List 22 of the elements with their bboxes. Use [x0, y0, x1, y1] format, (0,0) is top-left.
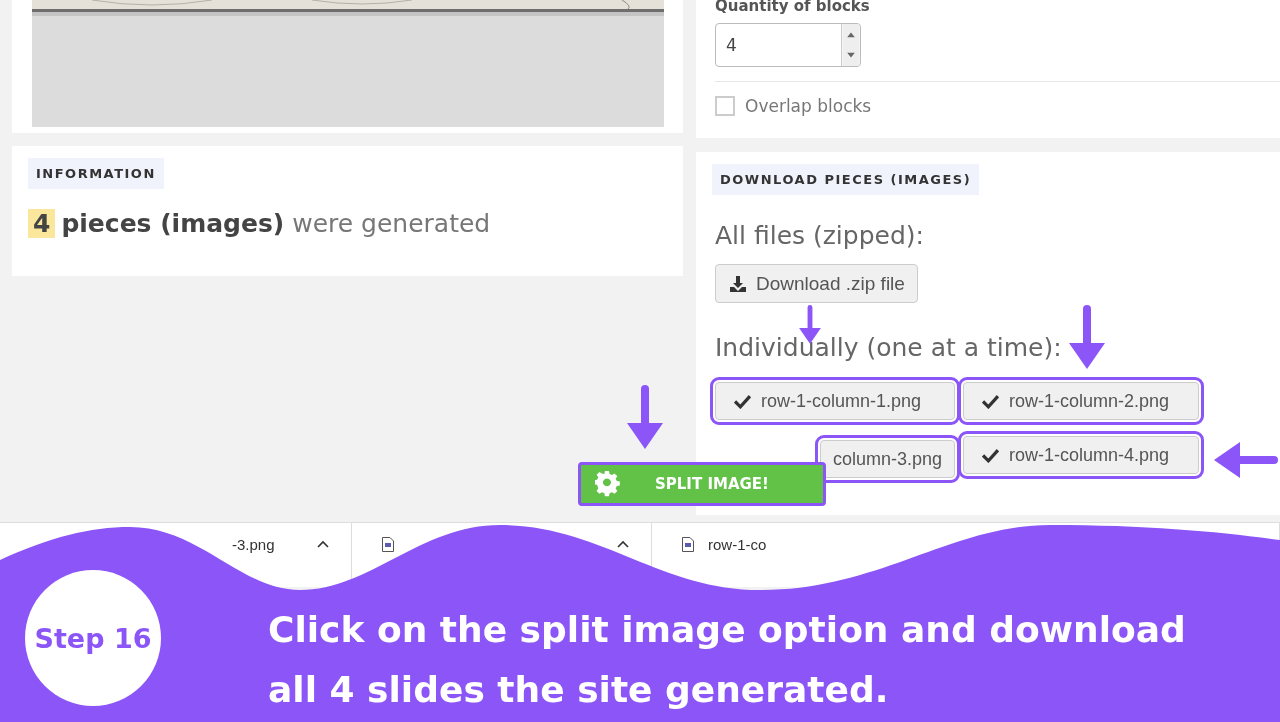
count-highlight: 4 [28, 209, 56, 238]
left-arrow [1212, 440, 1278, 480]
number-field[interactable]: 4 [715, 23, 861, 67]
chevron-up-icon[interactable] [617, 540, 629, 548]
settings-icon [595, 471, 621, 497]
down-arrow [1067, 305, 1107, 371]
download-filename[interactable]: row-1-co [708, 535, 767, 553]
individual-label: Individually (one at a time): [715, 333, 1062, 362]
spinner-icon[interactable] [841, 24, 860, 66]
checkbox[interactable] [715, 96, 735, 116]
download-zip-button[interactable]: Download .zip file [715, 264, 918, 303]
info-message: pieces (images) were generated [61, 209, 491, 238]
download-filename[interactable]: -3.png [232, 535, 275, 553]
instruction-text: Click on the split image option and download all 4 slides the site generated. [268, 608, 1187, 712]
chevron-up-icon[interactable] [317, 540, 329, 548]
section-heading: INFORMATION [28, 158, 164, 189]
download-icon [728, 273, 748, 294]
down-arrow [625, 385, 665, 451]
field-label: Quantity of blocks [715, 0, 870, 15]
zipped-label: All files (zipped): [715, 221, 924, 250]
section-heading: DOWNLOAD PIECES (IMAGES) [712, 164, 980, 195]
checkbox-label: Overlap blocks [745, 96, 872, 116]
